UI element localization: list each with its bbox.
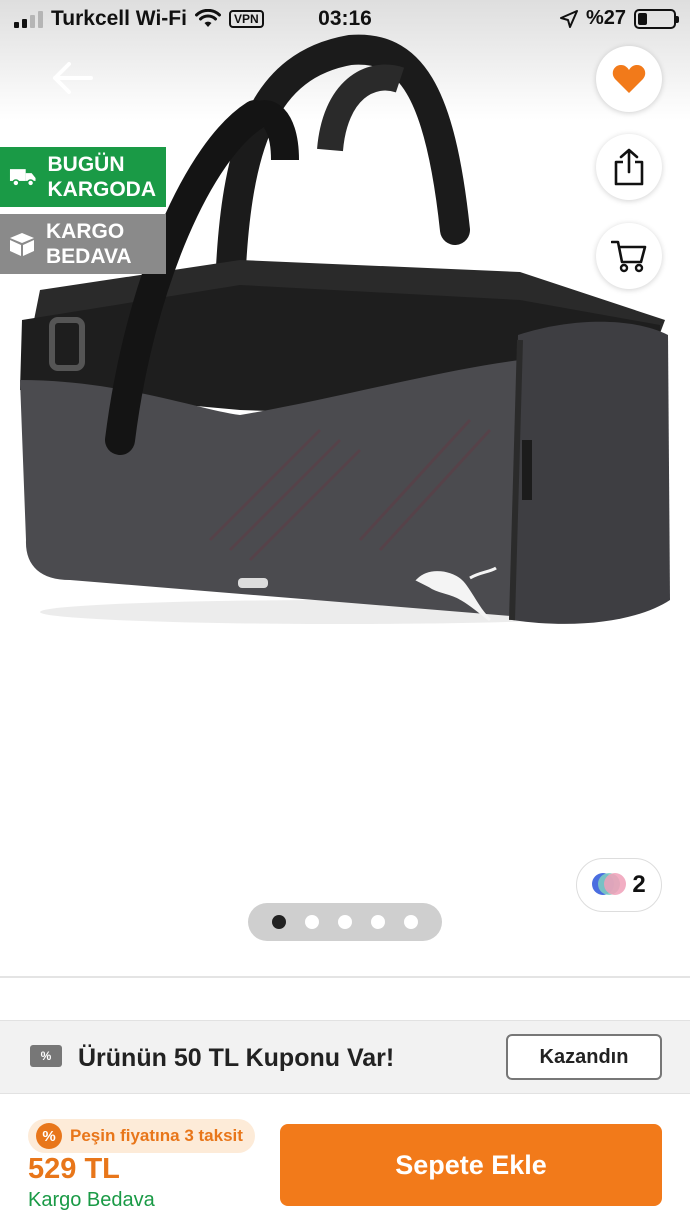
battery-percent: %27 xyxy=(585,7,626,29)
favorite-button[interactable] xyxy=(596,46,662,112)
installment-text: Peşin fiyatına 3 taksit xyxy=(70,1126,243,1145)
arrow-left-icon xyxy=(53,62,93,94)
purchase-bar: % Peşin fiyatına 3 taksit 529 TL Kargo B… xyxy=(0,1095,690,1227)
battery-icon xyxy=(634,8,679,29)
badge-line: KARGODA xyxy=(47,178,157,201)
share-button[interactable] xyxy=(596,134,662,200)
status-right: %27 xyxy=(559,7,679,30)
coupon-icon: % xyxy=(30,1045,62,1067)
percent-icon: % xyxy=(36,1123,62,1149)
free-shipping-badge: KARGO BEDAVA xyxy=(0,214,166,274)
add-to-cart-button[interactable]: Sepete Ekle xyxy=(280,1124,662,1206)
coupon-won-button[interactable]: Kazandın xyxy=(506,1034,662,1080)
product-price: 529 TL xyxy=(28,1153,120,1185)
pagination-dot[interactable] xyxy=(305,915,319,929)
color-variants-button[interactable]: 2 xyxy=(576,858,662,912)
pagination-dot[interactable] xyxy=(371,915,385,929)
product-image[interactable] xyxy=(0,20,690,640)
installment-badge: % Peşin fiyatına 3 taksit xyxy=(28,1119,255,1153)
same-day-shipping-badge: BUGÜN KARGODA xyxy=(0,147,166,207)
back-button[interactable] xyxy=(44,52,100,104)
color-swatch-icon xyxy=(592,873,627,897)
pagination-dot[interactable] xyxy=(272,915,286,929)
truck-icon xyxy=(9,169,36,187)
badge-line: BEDAVA xyxy=(46,245,132,268)
coupon-bar: % Ürünün 50 TL Kuponu Var! Kazandın xyxy=(0,1020,690,1094)
badge-line: BUGÜN xyxy=(47,153,125,176)
coupon-text: Ürünün 50 TL Kuponu Var! xyxy=(78,1044,395,1072)
cart-icon xyxy=(611,240,647,273)
share-icon xyxy=(614,148,644,186)
color-variants-count: 2 xyxy=(632,871,646,898)
box-icon xyxy=(10,233,34,256)
pagination-dot[interactable] xyxy=(404,915,418,929)
gallery-pagination[interactable] xyxy=(248,903,442,941)
cart-button[interactable] xyxy=(596,223,662,289)
shipping-info: Kargo Bedava xyxy=(28,1189,155,1211)
product-gallery[interactable]: BUGÜN KARGODA KARGO BEDAVA 2 xyxy=(0,0,690,975)
badge-line: KARGO xyxy=(46,220,125,243)
status-bar: Turkcell Wi-Fi VPN 03:16 %27 xyxy=(0,0,690,40)
location-icon xyxy=(559,9,578,28)
heart-icon xyxy=(612,65,646,93)
divider xyxy=(0,976,690,978)
pagination-dot[interactable] xyxy=(338,915,352,929)
